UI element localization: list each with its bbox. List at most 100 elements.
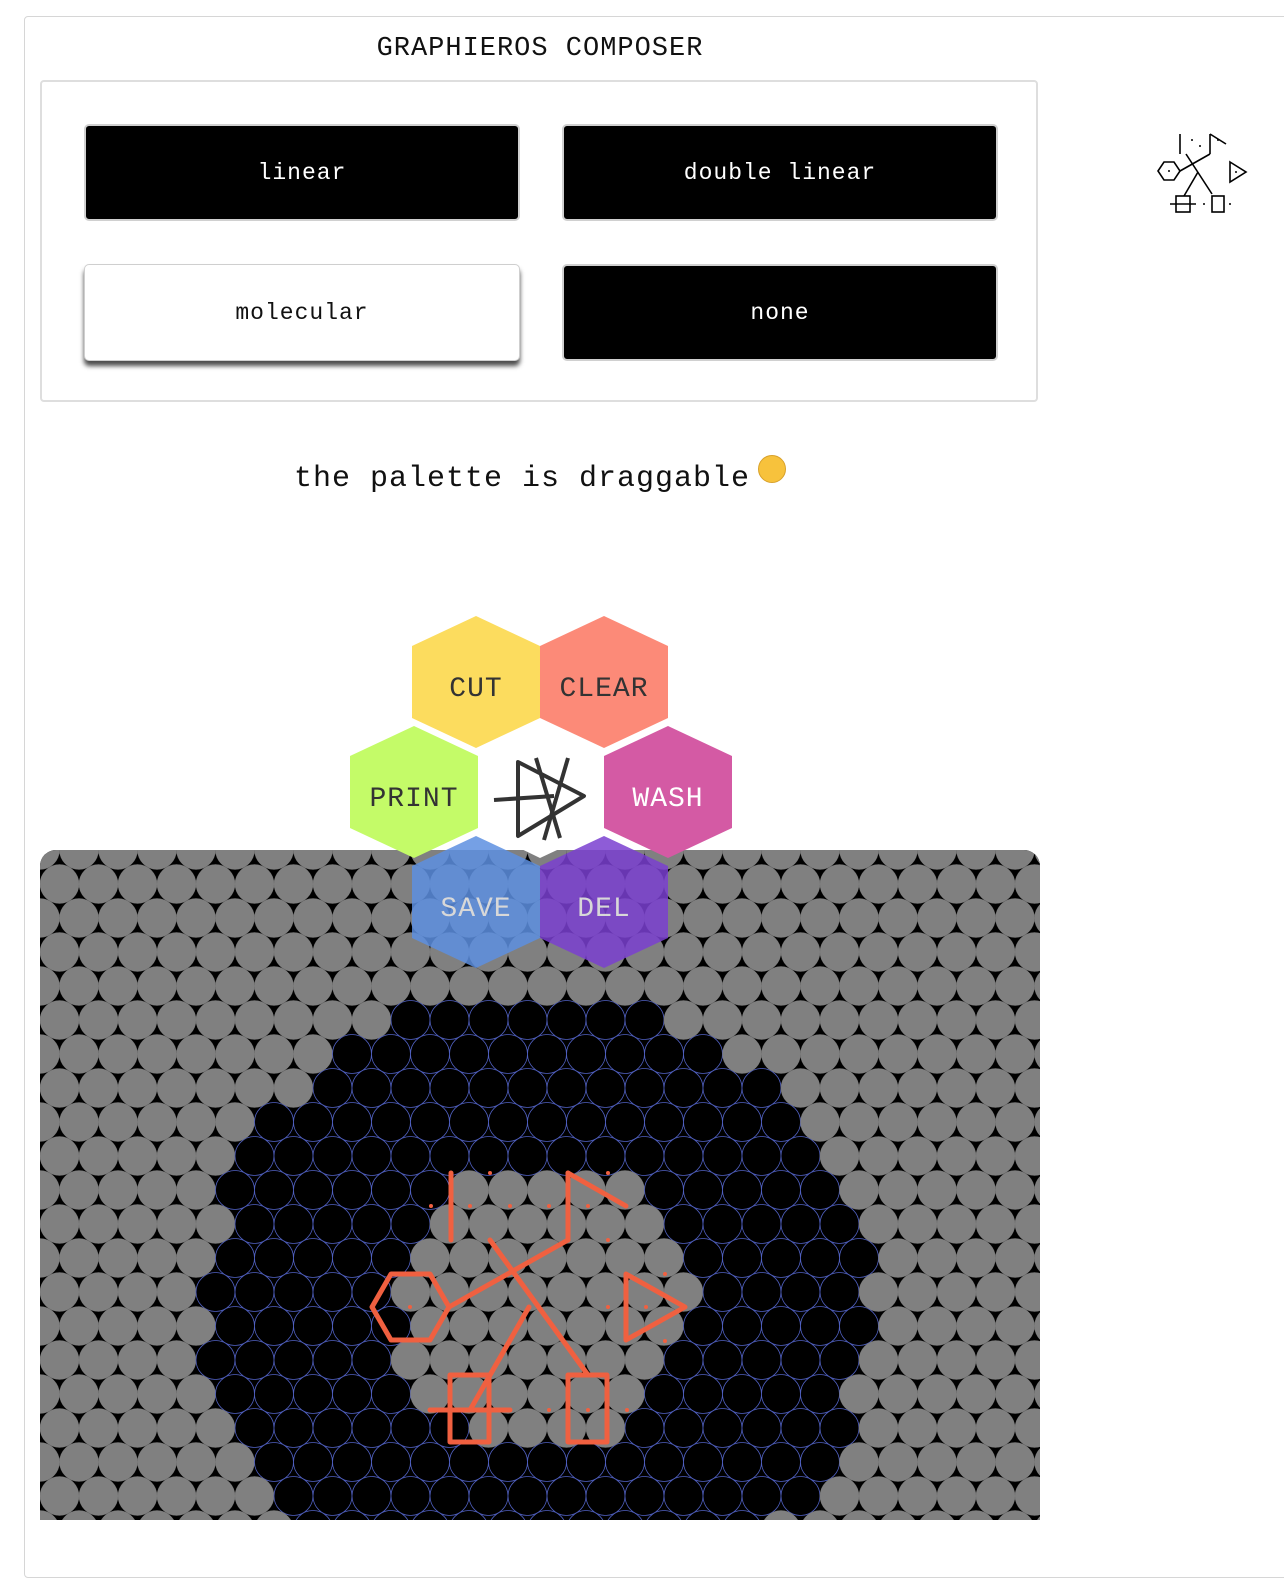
grid-cell[interactable]: [975, 1476, 1016, 1516]
grid-cell[interactable]: [800, 898, 840, 938]
grid-cell[interactable]: [605, 1102, 645, 1142]
mode-none-button[interactable]: none: [562, 264, 998, 361]
grid-cell[interactable]: [176, 1306, 216, 1346]
grid-cell[interactable]: [839, 1238, 879, 1278]
grid-cell[interactable]: [936, 932, 977, 972]
grid-cell[interactable]: [40, 1374, 60, 1414]
grid-cell[interactable]: [566, 1374, 606, 1414]
grid-cell[interactable]: [98, 898, 138, 938]
grid-cell[interactable]: [273, 1476, 314, 1516]
grid-cell[interactable]: [195, 1476, 236, 1516]
grid-cell[interactable]: [995, 1374, 1035, 1414]
grid-cell[interactable]: [683, 1442, 723, 1482]
grid-cell[interactable]: [722, 1034, 762, 1074]
grid-cell[interactable]: [40, 1034, 60, 1074]
grid-cell[interactable]: [780, 1136, 821, 1176]
grid-cell[interactable]: [585, 1000, 626, 1040]
grid-cell[interactable]: [156, 1340, 197, 1380]
grid-cell[interactable]: [780, 1340, 821, 1380]
grid-cell[interactable]: [800, 1238, 840, 1278]
grid-cell[interactable]: [644, 1374, 684, 1414]
grid-cell[interactable]: [663, 1000, 704, 1040]
grid-cell[interactable]: [527, 1034, 567, 1074]
grid-cell[interactable]: [234, 932, 275, 972]
grid-cell[interactable]: [683, 1170, 723, 1210]
grid-cell[interactable]: [98, 1374, 138, 1414]
grid-cell[interactable]: [741, 1272, 782, 1312]
grid-cell[interactable]: [975, 1068, 1016, 1108]
grid-cell[interactable]: [995, 1306, 1035, 1346]
grid-cell[interactable]: [995, 1442, 1035, 1482]
grid-cell[interactable]: [390, 1000, 431, 1040]
grid-cell[interactable]: [254, 898, 294, 938]
grid-cell[interactable]: [956, 1374, 996, 1414]
grid-cell[interactable]: [936, 1476, 977, 1516]
grid-cell[interactable]: [59, 1374, 99, 1414]
grid-cell[interactable]: [897, 864, 938, 904]
grid-cell[interactable]: [780, 1476, 821, 1516]
mode-double-linear-button[interactable]: double linear: [562, 124, 998, 221]
grid-cell[interactable]: [40, 1136, 80, 1176]
grid-cell[interactable]: [839, 966, 879, 1006]
grid-cell[interactable]: [78, 1408, 119, 1448]
grid-cell[interactable]: [293, 1238, 333, 1278]
grid-cell[interactable]: [722, 1170, 762, 1210]
grid-cell[interactable]: [176, 898, 216, 938]
grid-cell[interactable]: [741, 864, 782, 904]
grid-cell[interactable]: [917, 1442, 957, 1482]
grid-cell[interactable]: [702, 1476, 743, 1516]
grid-cell[interactable]: [78, 1272, 119, 1312]
grid-cell[interactable]: [273, 1000, 314, 1040]
grid-cell[interactable]: [468, 1204, 509, 1244]
grid-cell[interactable]: [897, 1000, 938, 1040]
grid-cell[interactable]: [273, 1136, 314, 1176]
grid-cell[interactable]: [819, 1136, 860, 1176]
grid-cell[interactable]: [624, 1476, 665, 1516]
grid-cell[interactable]: [956, 1238, 996, 1278]
grid-cell[interactable]: [488, 1102, 528, 1142]
grid-cell[interactable]: [449, 1306, 489, 1346]
grid-cell[interactable]: [663, 1408, 704, 1448]
grid-cell[interactable]: [98, 1034, 138, 1074]
grid-cell[interactable]: [137, 1170, 177, 1210]
grid-cell[interactable]: [332, 1238, 372, 1278]
grid-cell[interactable]: [234, 864, 275, 904]
grid-cell[interactable]: [59, 1238, 99, 1278]
grid-cell[interactable]: [78, 1340, 119, 1380]
grid-cell[interactable]: [1014, 1476, 1040, 1516]
grid-cell[interactable]: [741, 1000, 782, 1040]
grid-cell[interactable]: [839, 1170, 879, 1210]
grid-cell[interactable]: [254, 1374, 294, 1414]
grid-cell[interactable]: [936, 1068, 977, 1108]
grid-cell[interactable]: [722, 1306, 762, 1346]
grid-cell[interactable]: [644, 1102, 684, 1142]
grid-cell[interactable]: [644, 1170, 684, 1210]
grid-cell[interactable]: [878, 1374, 918, 1414]
grid-cell[interactable]: [917, 1170, 957, 1210]
grid-cell[interactable]: [273, 864, 314, 904]
grid-cell[interactable]: [741, 1068, 782, 1108]
grid-cell[interactable]: [371, 1442, 411, 1482]
grid-cell[interactable]: [40, 1442, 60, 1482]
grid-cell[interactable]: [390, 1408, 431, 1448]
grid-cell[interactable]: [40, 1102, 60, 1142]
grid-cell[interactable]: [702, 1136, 743, 1176]
grid-cell[interactable]: [468, 1068, 509, 1108]
grid-cell[interactable]: [644, 1034, 684, 1074]
grid-cell[interactable]: [1034, 1307, 1041, 1346]
grid-cell[interactable]: [975, 1136, 1016, 1176]
grid-cell[interactable]: [312, 1204, 353, 1244]
grid-cell[interactable]: [1014, 1408, 1040, 1448]
grid-cell[interactable]: [234, 1408, 275, 1448]
grid-cell[interactable]: [351, 1204, 392, 1244]
grid-cell[interactable]: [176, 966, 216, 1006]
grid-cell[interactable]: [390, 1204, 431, 1244]
grid-cell[interactable]: [683, 1102, 723, 1142]
grid-cell[interactable]: [410, 1102, 450, 1142]
grid-cell[interactable]: [585, 1476, 626, 1516]
grid-cell[interactable]: [858, 1340, 899, 1380]
grid-cell[interactable]: [897, 1068, 938, 1108]
grid-cell[interactable]: [819, 1340, 860, 1380]
palette-print-button[interactable]: PRINT: [350, 726, 478, 858]
grid-cell[interactable]: [78, 1000, 119, 1040]
